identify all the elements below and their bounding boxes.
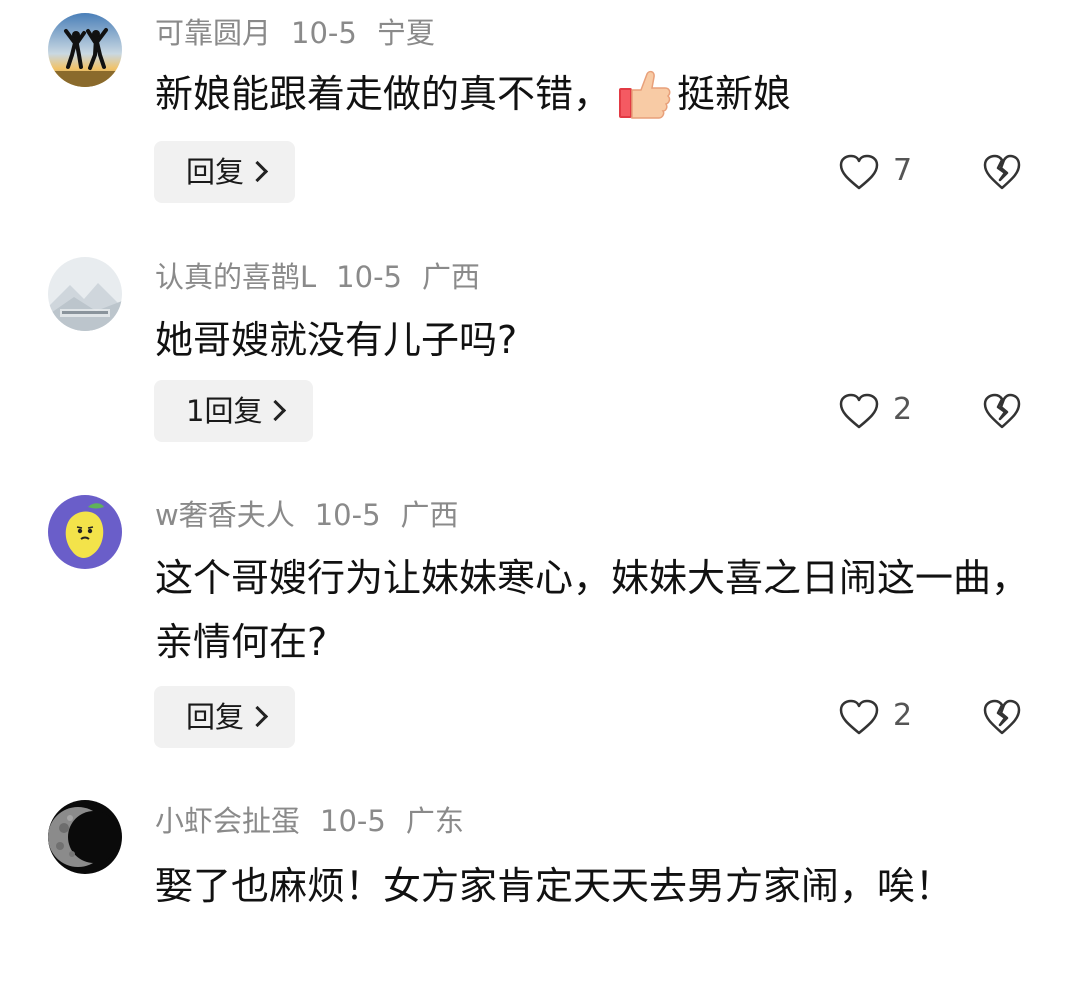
heart-outline-icon[interactable] [838, 698, 880, 736]
broken-heart-icon[interactable] [982, 698, 1022, 736]
comment-date: 10-5 [320, 804, 386, 838]
comment-date: 10-5 [291, 16, 357, 50]
comment-location: 广东 [405, 804, 464, 838]
chevron-right-icon [265, 399, 287, 422]
comment-meta: w奢香夫人 10-5 广西 [155, 495, 479, 535]
comment-item: 认真的喜鹊L 10-5 广西 她哥嫂就没有儿子吗? 1回复 2 [0, 250, 1076, 470]
like-count: 7 [893, 153, 913, 188]
heart-outline-icon[interactable] [838, 153, 880, 191]
reply-button[interactable]: 回复 [154, 141, 296, 203]
comment-location: 广西 [400, 498, 459, 532]
comment-item: 可靠圆月 10-5 宁夏 新娘能跟着走做的真不错， 挺新娘 回复 7 [0, 0, 1076, 230]
avatar[interactable] [48, 257, 122, 331]
reply-button[interactable]: 回复 [154, 686, 296, 748]
avatar[interactable] [48, 13, 122, 87]
reply-button[interactable]: 1回复 [154, 380, 314, 442]
comment-text: 新娘能跟着走做的真不错， 挺新娘 [155, 62, 1035, 126]
thumbs-up-icon [617, 68, 671, 120]
comment-text: 娶了也麻烦！女方家肯定天天去男方家闹，唉！ [155, 864, 954, 908]
username[interactable]: w奢香夫人 [155, 498, 295, 532]
chevron-right-icon [246, 160, 269, 183]
comment-date: 10-5 [336, 260, 402, 294]
broken-heart-icon[interactable] [982, 153, 1022, 191]
username[interactable]: 认真的喜鹊L [155, 260, 316, 294]
heart-outline-icon[interactable] [838, 392, 880, 430]
avatar[interactable] [48, 800, 122, 874]
comment-text: 她哥嫂就没有儿子吗? [155, 318, 518, 362]
comment-location: 广西 [422, 260, 481, 294]
username[interactable]: 可靠圆月 [155, 16, 271, 50]
comment-meta: 小虾会扯蛋 10-5 广东 [155, 801, 484, 841]
comment-meta: 认真的喜鹊L 10-5 广西 [155, 257, 500, 297]
comment-item: 小虾会扯蛋 10-5 广东 娶了也麻烦！女方家肯定天天去男方家闹，唉！ [0, 798, 1076, 993]
comment-location: 宁夏 [376, 16, 435, 50]
comment-meta: 可靠圆月 10-5 宁夏 [155, 13, 455, 53]
like-count: 2 [893, 392, 913, 427]
chevron-right-icon [246, 705, 269, 728]
like-count: 2 [893, 698, 913, 733]
comment-date: 10-5 [314, 498, 381, 532]
avatar[interactable] [48, 495, 122, 569]
broken-heart-icon[interactable] [982, 392, 1022, 430]
comment-item: w奢香夫人 10-5 广西 这个哥嫂行为让妹妹寒心，妹妹大喜之日闹这一曲，亲情何在?… [0, 490, 1076, 780]
username[interactable]: 小虾会扯蛋 [155, 804, 300, 838]
comment-text: 这个哥嫂行为让妹妹寒心，妹妹大喜之日闹这一曲，亲情何在? [155, 556, 1030, 664]
